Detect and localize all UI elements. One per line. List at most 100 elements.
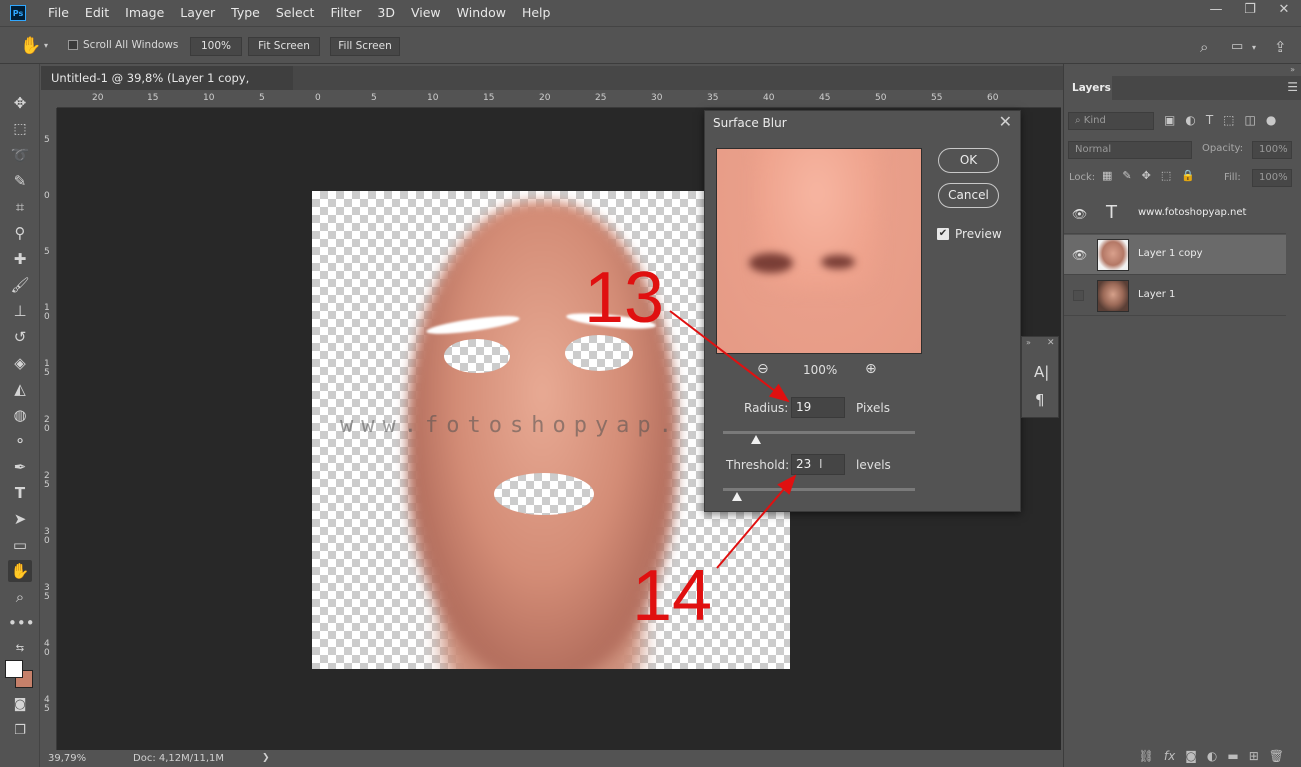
lock-artboard-icon[interactable]: ⬚ — [1161, 169, 1171, 182]
threshold-slider-thumb[interactable] — [732, 492, 742, 501]
menu-type[interactable]: Type — [223, 0, 268, 26]
filter-preview[interactable] — [716, 148, 922, 354]
fill-screen-button[interactable]: Fill Screen — [330, 37, 400, 56]
foreground-color-swatch[interactable] — [5, 660, 23, 678]
expand-panel-icon[interactable]: » — [1026, 338, 1031, 347]
new-layer-icon[interactable]: ⊞ — [1249, 749, 1259, 763]
screen-mode-icon[interactable]: ❐ — [8, 720, 32, 742]
lock-transparent-icon[interactable]: ▦ — [1102, 169, 1112, 182]
tool-preset-chevron-icon[interactable]: ▾ — [44, 41, 48, 50]
link-layers-icon[interactable]: ⛓ — [1139, 749, 1154, 763]
add-mask-icon[interactable]: ◙ — [1185, 749, 1197, 763]
scroll-all-windows-checkbox[interactable]: Scroll All Windows — [68, 39, 178, 51]
layer-row-layer-1-copy[interactable]: 👁 Layer 1 copy — [1064, 235, 1286, 275]
threshold-slider-track[interactable] — [723, 488, 915, 491]
radius-slider-thumb[interactable] — [751, 435, 761, 444]
rectangle-tool-icon[interactable]: ▭ — [8, 534, 32, 556]
menu-window[interactable]: Window — [449, 0, 514, 26]
layers-tab[interactable]: Layers — [1064, 76, 1112, 100]
layer-row-text[interactable]: 👁 T www.fotoshopyap.net — [1064, 194, 1286, 234]
lock-image-icon[interactable]: ✎ — [1122, 169, 1131, 182]
blur-tool-icon[interactable]: ◍ — [8, 404, 32, 426]
paragraph-panel-icon[interactable]: ¶ — [1035, 391, 1045, 409]
path-selection-tool-icon[interactable]: ➤ — [8, 508, 32, 530]
more-tools-icon[interactable]: ••• — [8, 612, 35, 634]
ok-button[interactable]: OK — [938, 148, 999, 173]
menu-file[interactable]: File — [40, 0, 77, 26]
close-window-button[interactable]: ✕ — [1267, 0, 1301, 22]
marquee-tool-icon[interactable]: ⬚ — [8, 118, 32, 140]
kind-filter-select[interactable]: ⌕ Kind — [1068, 112, 1154, 130]
minimize-button[interactable]: — — [1199, 0, 1233, 22]
quick-selection-tool-icon[interactable]: ✎ — [8, 170, 32, 192]
dialog-close-icon[interactable]: ✕ — [999, 112, 1012, 131]
adjustment-filter-icon[interactable]: ◐ — [1185, 113, 1195, 127]
fill-input[interactable]: 100% — [1252, 169, 1292, 187]
blend-mode-select[interactable]: Normal — [1068, 141, 1192, 159]
share-icon[interactable]: ⇪ — [1274, 38, 1287, 56]
menu-view[interactable]: View — [403, 0, 449, 26]
radius-slider-track[interactable] — [723, 431, 915, 434]
status-zoom[interactable]: 39,79% — [48, 750, 86, 767]
hand-tool-icon[interactable]: ✋ — [20, 36, 41, 56]
radius-input[interactable]: 19 — [791, 397, 845, 418]
threshold-input[interactable]: 23 I — [791, 454, 845, 475]
lasso-tool-icon[interactable]: ➰ — [8, 144, 32, 166]
opacity-input[interactable]: 100% — [1252, 141, 1292, 159]
brush-tool-icon[interactable]: 🖌 — [8, 274, 32, 296]
search-icon[interactable]: ⌕ — [1200, 38, 1208, 56]
paint-bucket-tool-icon[interactable]: ◭ — [8, 378, 32, 400]
zoom-out-icon[interactable]: ⊖ — [757, 361, 769, 377]
cancel-button[interactable]: Cancel — [938, 183, 999, 208]
eyedropper-tool-icon[interactable]: ⚲ — [8, 222, 32, 244]
zoom-in-icon[interactable]: ⊕ — [865, 361, 877, 377]
lock-all-icon[interactable]: 🔒 — [1181, 169, 1195, 182]
clone-stamp-tool-icon[interactable]: ⊥ — [8, 300, 32, 322]
move-tool-icon[interactable]: ✥ — [8, 92, 32, 114]
history-brush-tool-icon[interactable]: ↺ — [8, 326, 32, 348]
fit-screen-button[interactable]: Fit Screen — [248, 37, 320, 56]
workspace-icon[interactable]: ▭ — [1231, 39, 1243, 54]
visibility-toggle-empty[interactable] — [1073, 290, 1084, 301]
visibility-eye-icon[interactable]: 👁 — [1072, 248, 1087, 262]
menu-layer[interactable]: Layer — [172, 0, 223, 26]
preview-checkbox[interactable]: ✔ Preview — [937, 227, 1002, 241]
document-tab[interactable]: Untitled-1 @ 39,8% (Layer 1 copy, RGB/8#… — [41, 66, 293, 109]
new-group-icon[interactable]: ▬ — [1227, 749, 1238, 763]
smart-object-filter-icon[interactable]: ◫ — [1245, 113, 1256, 127]
zoom-100-button[interactable]: 100% — [190, 37, 242, 56]
pen-tool-icon[interactable]: ✒ — [8, 456, 32, 478]
hand-tool-icon[interactable]: ✋ — [8, 560, 32, 582]
menu-edit[interactable]: Edit — [77, 0, 117, 26]
character-panel-icon[interactable]: A| — [1034, 363, 1049, 381]
layer-style-icon[interactable]: fx — [1164, 749, 1175, 763]
shape-filter-icon[interactable]: ⬚ — [1223, 113, 1234, 127]
crop-tool-icon[interactable]: ⌗ — [8, 196, 32, 218]
quick-mask-icon[interactable]: ◙ — [8, 694, 32, 716]
status-menu-arrow-icon[interactable]: ❯ — [262, 750, 270, 767]
visibility-eye-icon[interactable]: 👁 — [1072, 207, 1087, 221]
lock-position-icon[interactable]: ✥ — [1142, 169, 1151, 182]
zoom-tool-icon[interactable]: ⌕ — [8, 586, 32, 608]
restore-button[interactable]: ❐ — [1233, 0, 1267, 22]
default-colors-icon[interactable]: ⇆ — [8, 638, 32, 660]
filter-toggle-icon[interactable]: ● — [1266, 113, 1276, 127]
menu-help[interactable]: Help — [514, 0, 559, 26]
healing-brush-tool-icon[interactable]: ✚ — [8, 248, 32, 270]
type-filter-icon[interactable]: T — [1206, 113, 1213, 127]
menu-filter[interactable]: Filter — [322, 0, 369, 26]
checkmark-icon[interactable]: ✔ — [937, 228, 949, 240]
checkbox-box[interactable] — [68, 40, 78, 50]
type-tool-icon[interactable]: T — [8, 482, 32, 504]
panel-menu-icon[interactable]: ☰ — [1287, 80, 1298, 94]
eraser-tool-icon[interactable]: ◈ — [8, 352, 32, 374]
layer-row-layer-1[interactable]: Layer 1 — [1064, 276, 1286, 316]
pixel-filter-icon[interactable]: ▣ — [1164, 113, 1175, 127]
menu-image[interactable]: Image — [117, 0, 172, 26]
delete-layer-icon[interactable]: 🗑 — [1269, 749, 1284, 763]
collapse-panel-icon[interactable]: » — [1290, 65, 1295, 74]
dodge-tool-icon[interactable]: ⚬ — [8, 430, 32, 452]
workspace-chevron-icon[interactable]: ▾ — [1252, 43, 1256, 52]
adjustment-layer-icon[interactable]: ◐ — [1207, 749, 1217, 763]
close-panel-icon[interactable]: ✕ — [1047, 338, 1055, 348]
